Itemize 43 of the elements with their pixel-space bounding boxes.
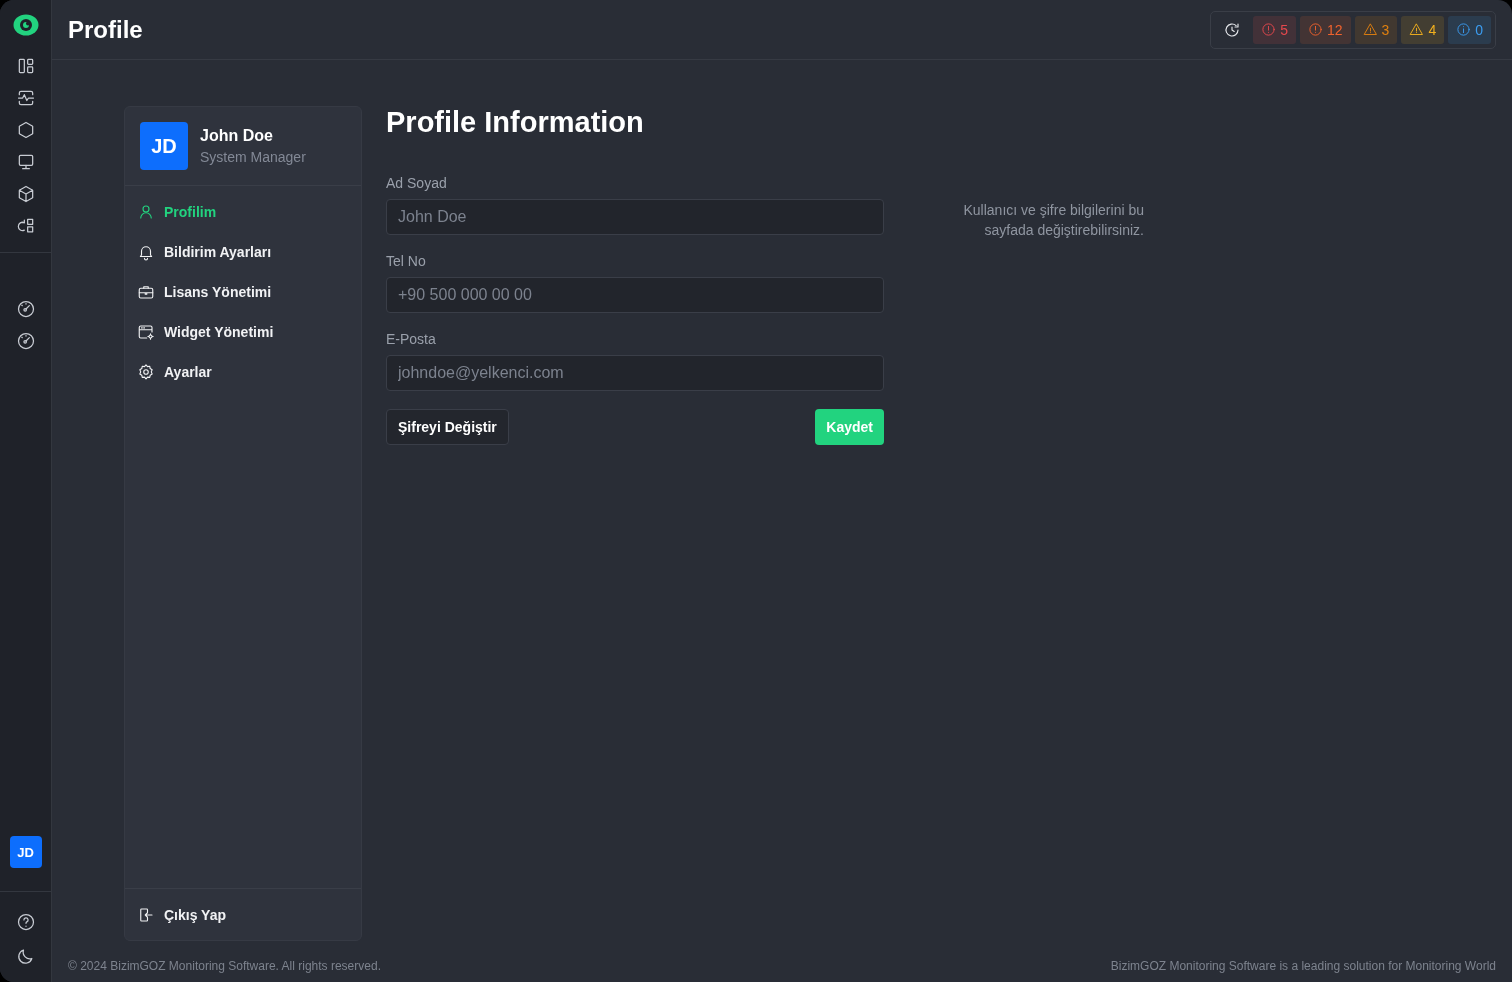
change-password-button[interactable]: Şifreyi Değiştir: [386, 409, 509, 445]
briefcase-icon: [137, 283, 155, 301]
alert-count-badge[interactable]: 0: [1448, 15, 1491, 44]
avatar[interactable]: JD: [9, 836, 42, 868]
alert-count-badge[interactable]: 4: [1401, 15, 1445, 44]
logout-icon: [137, 906, 155, 924]
menu-item[interactable]: Profilim: [125, 192, 361, 232]
page-title: Profile: [68, 15, 143, 44]
info-icon: [1456, 22, 1472, 37]
gauge-icon[interactable]: [15, 299, 36, 319]
settings-icon: [137, 363, 155, 381]
alert-circle-icon: [1261, 22, 1277, 37]
field-label: Tel No: [386, 253, 427, 269]
warning-triangle-icon: [1409, 22, 1425, 37]
bell-icon: [137, 243, 155, 261]
form-title: Profile Information: [386, 106, 645, 139]
warning-triangle-icon: [1362, 22, 1378, 37]
menu-item[interactable]: Bildirim Ayarları: [125, 232, 361, 272]
tagline-text: BizimGOZ Monitoring Software is a leading solution for Monitoring World: [1110, 959, 1496, 973]
avatar: JD: [140, 122, 188, 170]
field-label: Ad Soyad: [386, 175, 448, 191]
eye-logo-icon[interactable]: [12, 14, 39, 36]
pulse-icon[interactable]: [15, 88, 36, 108]
input-field[interactable]: johndoe@yelkenci.com: [386, 355, 884, 391]
user-name: John Doe: [200, 127, 274, 145]
history-icon[interactable]: [1223, 20, 1242, 39]
alert-circle-icon: [1308, 22, 1324, 37]
field-label: E-Posta: [386, 331, 437, 347]
user-icon: [137, 203, 155, 221]
gauge-icon[interactable]: [15, 331, 36, 351]
menu-item[interactable]: Lisans Yönetimi: [125, 272, 361, 312]
help-text: Kullanıcı ve şifre bilgilerini bu sayfada değiştirebilirsiniz.: [962, 201, 1144, 240]
copyright-text: © 2024 BizimGOZ Monitoring Software. All rights reserved.: [68, 959, 381, 973]
input-field[interactable]: +90 500 000 00 00: [386, 277, 884, 313]
input-field[interactable]: John Doe: [386, 199, 884, 235]
menu-item[interactable]: Widget Yönetimi: [125, 312, 361, 352]
logout-link[interactable]: Çıkış Yap: [125, 895, 361, 935]
user-role: System Manager: [200, 149, 306, 165]
help-icon[interactable]: [15, 912, 36, 932]
alert-count-badge[interactable]: 3: [1354, 15, 1398, 44]
alert-count-badge[interactable]: 12: [1300, 15, 1351, 44]
menu-item[interactable]: Ayarlar: [125, 352, 361, 392]
browser-gear-icon: [137, 323, 155, 341]
